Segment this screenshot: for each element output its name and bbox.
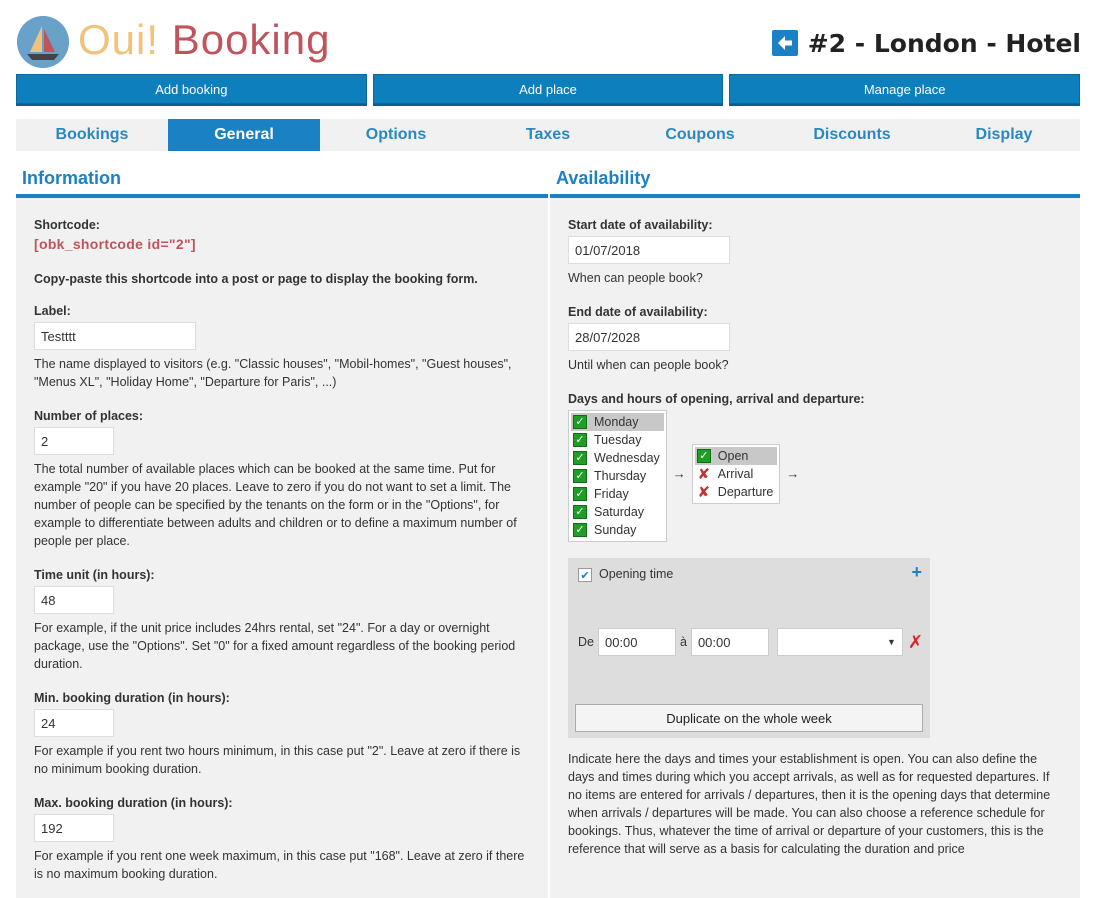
availability-body: Start date of availability: 01/07/2018 W… xyxy=(550,198,1080,898)
brand-title: Oui! Booking xyxy=(78,14,330,66)
day-label: Sunday xyxy=(594,523,637,537)
type-option-arrival[interactable]: ✘ Arrival xyxy=(695,465,778,483)
availability-help: Indicate here the days and times your es… xyxy=(568,752,1051,856)
day-label: Tuesday xyxy=(594,433,642,447)
type-option-open[interactable]: ✓ Open xyxy=(694,447,778,465)
check-icon: ✓ xyxy=(573,451,587,465)
day-label: Wednesday xyxy=(594,451,660,465)
check-icon: ✓ xyxy=(696,449,711,463)
check-icon: ✓ xyxy=(573,523,587,537)
places-help: The total number of available places whi… xyxy=(34,462,517,548)
day-option[interactable]: ✓ Thursday xyxy=(571,467,664,485)
day-option[interactable]: ✓ Tuesday xyxy=(571,431,664,449)
opening-time-box: ✔ Opening time + De 00:00 à 00:00 ▼ ✗ Du… xyxy=(568,558,930,738)
days-listbox[interactable]: ✓ Monday ✓ Tuesday ✓ Wednesday ✓ Thursday ✓ F… xyxy=(568,410,667,542)
label-field-label: Label: xyxy=(34,304,71,318)
day-label: Thursday xyxy=(594,469,647,483)
tab-general[interactable]: General xyxy=(168,119,320,151)
min-duration-input[interactable]: 24 xyxy=(34,709,114,737)
end-date-input[interactable]: 28/07/2028 xyxy=(568,323,730,351)
logo-sailboat-icon xyxy=(17,16,69,68)
information-panel: Information Shortcode: [obk_shortcode id… xyxy=(16,160,548,898)
max-duration-label: Max. booking duration (in hours): xyxy=(34,796,233,810)
delete-x-icon[interactable]: ✗ xyxy=(908,632,923,653)
day-label: Friday xyxy=(594,487,629,501)
shortcode-value: [obk_shortcode id="2"] xyxy=(34,236,196,252)
max-duration-help: For example if you rent one week maximum… xyxy=(34,849,525,881)
opening-time-label: Opening time xyxy=(599,567,674,581)
place-header: #2 - London - Hotel xyxy=(771,26,1081,60)
opening-time-checkbox[interactable]: ✔ xyxy=(578,568,592,582)
shortcode-label: Shortcode: xyxy=(34,218,100,232)
check-icon: ✓ xyxy=(573,487,587,501)
days-hours-label: Days and hours of opening, arrival and d… xyxy=(568,392,865,406)
day-option[interactable]: ✓ Friday xyxy=(571,485,664,503)
type-label: Arrival xyxy=(717,467,754,481)
from-time-input[interactable]: 00:00 xyxy=(597,628,676,656)
action-bar: Add booking Add place Manage place xyxy=(16,74,1081,104)
time-range-row: De 00:00 à 00:00 ▼ ✗ xyxy=(578,628,923,656)
check-icon: ✓ xyxy=(573,505,587,519)
timeunit-label: Time unit (in hours): xyxy=(34,568,155,582)
end-date-label: End date of availability: xyxy=(568,305,708,319)
day-label: Monday xyxy=(594,415,639,429)
tab-discounts[interactable]: Discounts xyxy=(776,119,928,151)
places-input[interactable]: 2 xyxy=(34,427,114,455)
start-date-input[interactable]: 01/07/2018 xyxy=(568,236,730,264)
days-type-selector: ✓ Monday ✓ Tuesday ✓ Wednesday ✓ Thursday ✓ F… xyxy=(568,410,1062,542)
min-duration-label: Min. booking duration (in hours): xyxy=(34,691,230,705)
places-label: Number of places: xyxy=(34,409,144,423)
brand-part1: Oui! xyxy=(78,16,160,63)
to-time-input[interactable]: 00:00 xyxy=(690,628,769,656)
day-label: Saturday xyxy=(594,505,645,519)
label-input[interactable]: Testttt xyxy=(34,322,196,350)
shortcode-note: Copy-paste this shortcode into a post or… xyxy=(34,272,478,286)
settings-tabs: Bookings General Options Taxes Coupons D… xyxy=(16,119,1080,151)
to-label: à xyxy=(679,635,687,649)
information-body: Shortcode: [obk_shortcode id="2"] Copy-p… xyxy=(16,198,548,898)
min-duration-help: For example if you rent two hours minimu… xyxy=(34,744,521,776)
type-label: Departure xyxy=(717,485,774,499)
add-booking-button[interactable]: Add booking xyxy=(16,74,367,104)
type-option-departure[interactable]: ✘ Departure xyxy=(695,483,778,501)
type-label: Open xyxy=(717,449,749,463)
day-option[interactable]: ✓ Sunday xyxy=(571,521,664,539)
arrow-right-icon: → xyxy=(786,466,800,481)
timeunit-help: For example, if the unit price includes … xyxy=(34,621,516,671)
start-date-help: When can people book? xyxy=(568,271,703,285)
type-listbox[interactable]: ✓ Open ✘ Arrival ✘ Departure xyxy=(691,444,781,504)
end-date-help: Until when can people book? xyxy=(568,358,729,372)
tab-display[interactable]: Display xyxy=(928,119,1080,151)
day-option[interactable]: ✓ Wednesday xyxy=(571,449,664,467)
from-label: De xyxy=(578,635,594,649)
availability-heading: Availability xyxy=(550,160,1080,198)
back-arrow-icon[interactable] xyxy=(771,30,798,56)
information-heading: Information xyxy=(16,160,548,198)
tab-coupons[interactable]: Coupons xyxy=(624,119,776,151)
cross-icon: ✘ xyxy=(697,483,711,501)
tab-bookings[interactable]: Bookings xyxy=(16,119,168,151)
day-option[interactable]: ✓ Saturday xyxy=(571,503,664,521)
max-duration-input[interactable]: 192 xyxy=(34,814,114,842)
brand-part2: Booking xyxy=(171,16,331,63)
label-help: The name displayed to visitors (e.g. "Cl… xyxy=(34,357,512,389)
chevron-down-icon: ▼ xyxy=(887,637,896,647)
duplicate-week-button[interactable]: Duplicate on the whole week xyxy=(575,704,923,732)
tab-taxes[interactable]: Taxes xyxy=(472,119,624,151)
start-date-label: Start date of availability: xyxy=(568,218,713,232)
add-time-plus-icon[interactable]: + xyxy=(911,562,922,583)
arrow-right-icon: → xyxy=(672,466,686,481)
timeunit-input[interactable]: 48 xyxy=(34,586,114,614)
check-icon: ✓ xyxy=(573,469,587,483)
manage-place-button[interactable]: Manage place xyxy=(729,74,1081,104)
availability-panel: Availability Start date of availability:… xyxy=(550,160,1080,898)
day-option[interactable]: ✓ Monday xyxy=(571,413,664,431)
tab-options[interactable]: Options xyxy=(320,119,472,151)
check-icon: ✓ xyxy=(573,433,587,447)
check-icon: ✓ xyxy=(573,415,587,429)
cross-icon: ✘ xyxy=(697,465,711,483)
schedule-select[interactable]: ▼ xyxy=(776,628,903,656)
place-title: #2 - London - Hotel xyxy=(807,28,1081,58)
add-place-button[interactable]: Add place xyxy=(372,74,724,104)
